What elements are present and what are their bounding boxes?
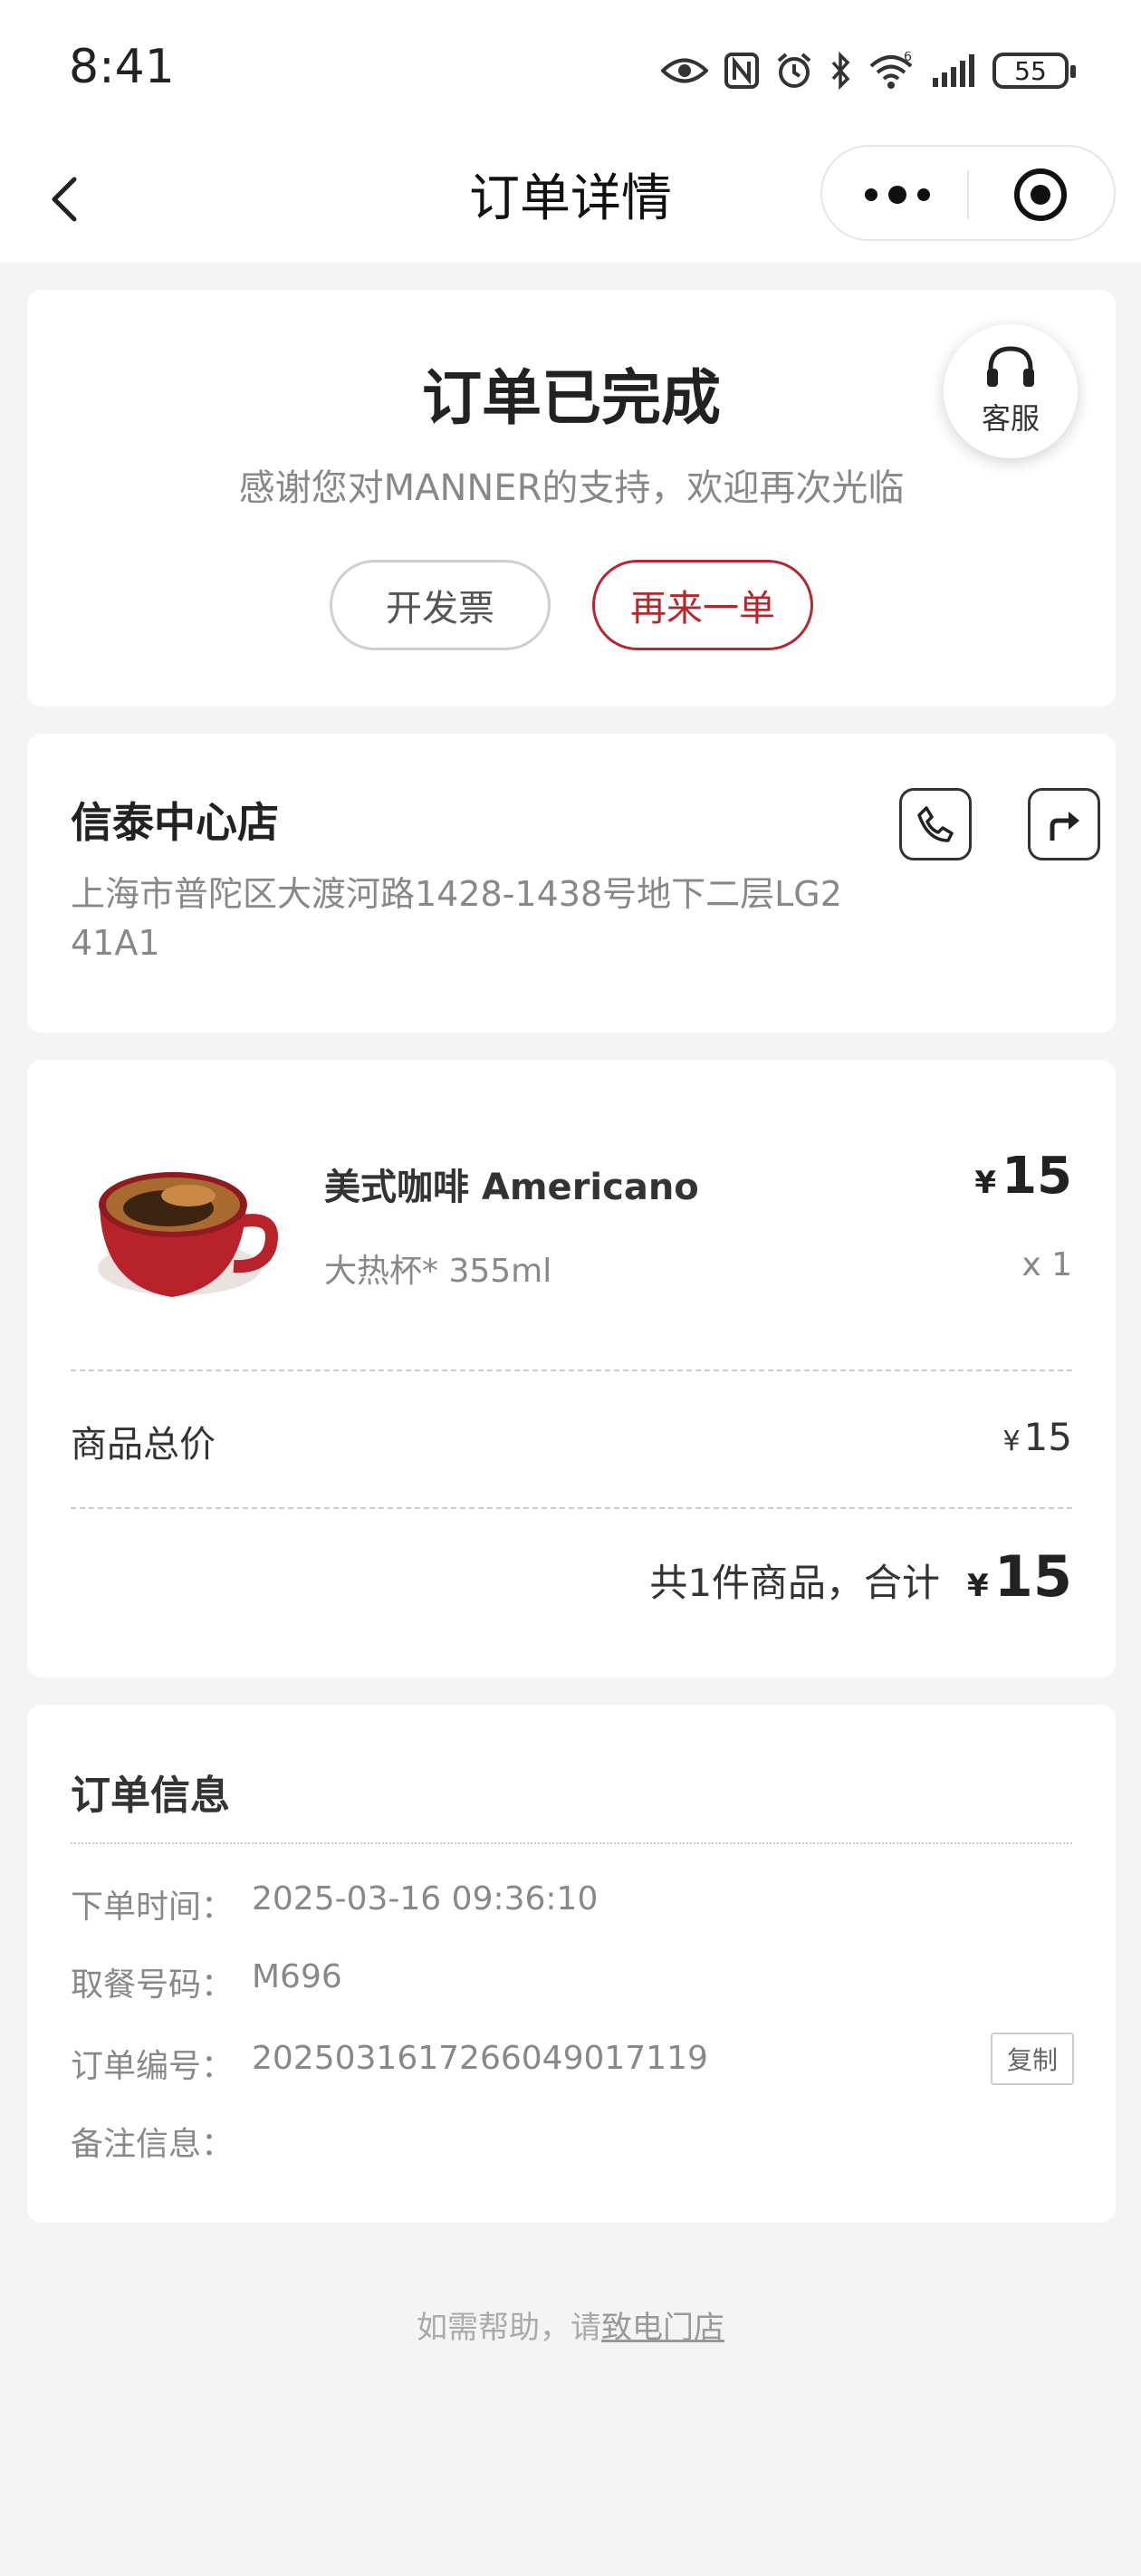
- copy-order-number-button[interactable]: 复制: [991, 2033, 1074, 2085]
- status-bar: 8:41 6 55: [0, 0, 1141, 136]
- info-key: 订单编号：: [71, 2048, 235, 2085]
- close-miniprogram-icon[interactable]: [1012, 167, 1069, 223]
- alarm-icon: [777, 53, 811, 88]
- goods-price-value: 15: [1002, 1147, 1072, 1206]
- order-info-card: 订单信息 下单时间： 2025-03-16 09:36:10 取餐号码： M69…: [27, 1705, 1116, 2223]
- sum-price: ¥15: [967, 1543, 1072, 1610]
- summary-text: 共1件商品，合计: [649, 1561, 941, 1605]
- goods-price: ¥15: [974, 1147, 1072, 1206]
- order-time-value: 2025-03-16 09:36:10: [252, 1880, 599, 1918]
- americano-cup-image: [98, 1172, 278, 1297]
- call-store-link[interactable]: 致电门店: [601, 2310, 724, 2346]
- currency-symbol: ¥: [967, 1568, 989, 1604]
- capsule-divider: [967, 170, 969, 219]
- reorder-button[interactable]: 再来一单: [592, 560, 813, 650]
- customer-service-button[interactable]: 客服: [944, 324, 1078, 458]
- status-icons: 6 55: [661, 43, 1076, 98]
- goods-quantity: x 1: [1021, 1246, 1072, 1283]
- pickup-code-row: 取餐号码： M696: [71, 1958, 342, 2005]
- divider: [71, 1507, 1072, 1509]
- battery-level: 55: [1014, 55, 1047, 86]
- customer-service-label: 客服: [981, 401, 1040, 436]
- order-summary: 共1件商品，合计 ¥15: [649, 1543, 1072, 1610]
- bluetooth-icon: [831, 52, 850, 90]
- wifi-icon: 6: [869, 52, 913, 89]
- call-store-button[interactable]: [899, 788, 972, 860]
- thanks-message: 感谢您对MANNER的支持，欢迎再次光临: [238, 467, 905, 509]
- divider: [71, 1842, 1072, 1844]
- navigate-store-button[interactable]: [1028, 788, 1100, 860]
- currency-symbol: ¥: [974, 1165, 997, 1201]
- info-key: 备注信息：: [71, 2126, 235, 2163]
- miniprogram-capsule: [820, 145, 1116, 241]
- order-info-title: 订单信息: [71, 1773, 230, 1819]
- info-key: 下单时间：: [71, 1889, 235, 1926]
- headset-icon: [987, 346, 1034, 387]
- help-prefix: 如需帮助，请: [417, 2310, 601, 2346]
- order-status-card: 订单已完成 感谢您对MANNER的支持，欢迎再次光临 开发票 再来一单 客服: [27, 290, 1116, 706]
- goods-name: 美式咖啡 Americano: [324, 1167, 699, 1208]
- navigation-arrow-icon: [1050, 812, 1079, 841]
- goods-total-label: 商品总价: [71, 1424, 216, 1466]
- eye-icon: [661, 58, 708, 83]
- status-time: 8:41: [69, 40, 175, 94]
- more-icon[interactable]: [858, 174, 936, 216]
- info-key: 取餐号码：: [71, 1966, 235, 2004]
- nav-bar: 订单详情: [0, 136, 1141, 263]
- store-name: 信泰中心店: [71, 798, 279, 847]
- goods-card: 美式咖啡 Americano 大热杯* 355ml ¥15 x 1 商品总价 ¥…: [27, 1060, 1116, 1677]
- invoice-button[interactable]: 开发票: [330, 560, 551, 650]
- store-card: 信泰中心店 上海市普陀区大渡河路1428-1438号地下二层LG241A1: [27, 734, 1116, 1033]
- remark-row: 备注信息：: [71, 2118, 252, 2165]
- goods-total-amount: 15: [1023, 1415, 1072, 1459]
- signal-icon: [933, 54, 974, 87]
- order-number-row: 订单编号： 20250316172660490171​19: [71, 2040, 708, 2087]
- pickup-code-value: M696: [252, 1958, 342, 1995]
- store-address: 上海市普陀区大渡河路1428-1438号地下二层LG241A1: [71, 874, 842, 963]
- divider: [71, 1370, 1072, 1371]
- goods-spec: 大热杯* 355ml: [324, 1253, 552, 1290]
- svg-text:6: 6: [904, 52, 912, 64]
- order-number-value: 20250316172660490171​19: [252, 2040, 708, 2077]
- battery-icon: 55: [992, 53, 1076, 89]
- order-time-row: 下单时间： 2025-03-16 09:36:10: [71, 1880, 598, 1927]
- phone-icon: [917, 806, 954, 842]
- help-footer: 如需帮助，请致电门店: [0, 2302, 1141, 2347]
- nfc-icon: [724, 53, 759, 89]
- currency-symbol: ¥: [1002, 1426, 1021, 1457]
- goods-total-value: ¥15: [1002, 1415, 1072, 1459]
- sum-price-value: 15: [993, 1543, 1072, 1610]
